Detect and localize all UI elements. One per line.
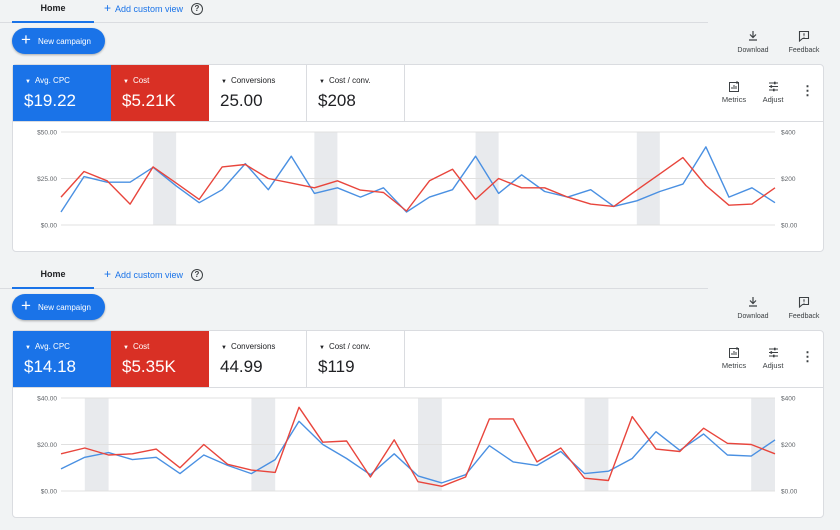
metric-value: 44.99 [220, 357, 263, 376]
metrics-button[interactable]: Metrics [718, 81, 750, 104]
metric-value: $14.18 [24, 357, 76, 376]
metric-tile-conversions[interactable]: ▼ Conversions 25.00 [209, 65, 307, 121]
plus-icon: + [104, 267, 112, 281]
metric-name: Avg. CPC [34, 342, 70, 351]
add-chart-icon [718, 81, 750, 93]
metric-tile-cost-per-conv[interactable]: ▼ Cost / conv. $208 [307, 65, 405, 121]
metric-value: $119 [318, 357, 355, 376]
caret-down-icon: ▼ [319, 79, 325, 85]
feedback-label: Feedback [788, 47, 820, 54]
left-axis-tick-label: $20.00 [37, 442, 57, 449]
download-icon [733, 296, 773, 310]
chart-svg: $0.00 $25.00 $50.00 $0.00 $200 $400 [37, 130, 798, 230]
caret-down-icon: ▼ [221, 345, 227, 351]
metric-name: Cost [132, 76, 150, 85]
feedback-icon [784, 30, 824, 44]
caret-down-icon: ▼ [123, 79, 129, 85]
caret-down-icon: ▼ [25, 79, 31, 85]
metric-tile-cost-per-conv[interactable]: ▼ Cost / conv. $119 [307, 331, 405, 387]
performance-card: ▼ Avg. CPC $14.18 ▼ Cost $5.35K ▼ Conversio… [12, 330, 824, 518]
metrics-label: Metrics [721, 361, 747, 370]
view-tabs: Home + Add custom view ? [0, 266, 708, 289]
add-custom-view-label: Add custom view [115, 270, 184, 280]
metric-value: $208 [318, 91, 356, 110]
download-button[interactable]: Download [733, 30, 773, 54]
metric-value: $5.21K [122, 91, 176, 110]
performance-chart: $0.00 $20.00 $40.00 $0.00 $200 $400 [13, 387, 823, 518]
right-axis-tick-label: $200 [781, 442, 796, 449]
metric-value: $19.22 [24, 91, 76, 110]
right-axis-tick-label: $400 [781, 130, 796, 137]
add-custom-view-link[interactable]: + Add custom view [104, 266, 183, 284]
metric-value: $5.35K [122, 357, 176, 376]
new-campaign-button[interactable]: + New campaign [12, 28, 105, 54]
tune-icon [757, 81, 789, 93]
caret-down-icon: ▼ [221, 79, 227, 85]
adjust-label: Adjust [762, 361, 784, 370]
metric-name: Avg. CPC [34, 76, 70, 85]
download-label: Download [737, 313, 769, 320]
metric-tile-cost[interactable]: ▼ Cost $5.35K [111, 331, 209, 387]
adjust-button[interactable]: Adjust [757, 347, 789, 370]
right-axis-tick-label: $0.00 [781, 489, 798, 496]
feedback-label: Feedback [788, 313, 820, 320]
tune-icon [757, 347, 789, 359]
left-axis-tick-label: $25.00 [37, 176, 57, 183]
metric-name: Cost / conv. [328, 76, 371, 85]
metrics-button[interactable]: Metrics [718, 347, 750, 370]
right-axis-tick-label: $0.00 [781, 223, 798, 230]
feedback-icon [784, 296, 824, 310]
add-chart-icon [718, 347, 750, 359]
left-axis-tick-label: $50.00 [37, 130, 57, 137]
left-axis-tick-label: $40.00 [37, 396, 57, 403]
tab-home[interactable]: Home [12, 0, 94, 23]
metric-value: 25.00 [220, 91, 263, 110]
metric-tile-avg-cpc[interactable]: ▼ Avg. CPC $19.22 [13, 65, 111, 121]
metric-tile-conversions[interactable]: ▼ Conversions 44.99 [209, 331, 307, 387]
feedback-button[interactable]: Feedback [784, 30, 824, 54]
left-axis-tick-label: $0.00 [41, 223, 58, 230]
plus-icon: + [104, 1, 112, 15]
help-icon[interactable]: ? [191, 269, 203, 281]
download-button[interactable]: Download [733, 296, 773, 320]
plus-icon: + [21, 296, 31, 315]
right-axis-tick-label: $200 [781, 176, 796, 183]
add-custom-view-label: Add custom view [115, 4, 184, 14]
metric-tile-avg-cpc[interactable]: ▼ Avg. CPC $14.18 [13, 331, 111, 387]
download-label: Download [737, 47, 769, 54]
metric-name: Cost / conv. [328, 342, 371, 351]
adjust-label: Adjust [762, 95, 784, 104]
metric-name: Cost [132, 342, 150, 351]
performance-chart: $0.00 $25.00 $50.00 $0.00 $200 $400 [13, 121, 823, 252]
chart-svg: $0.00 $20.00 $40.00 $0.00 $200 $400 [37, 396, 798, 496]
add-custom-view-link[interactable]: + Add custom view [104, 0, 183, 18]
view-tabs: Home + Add custom view ? [0, 0, 708, 23]
caret-down-icon: ▼ [25, 345, 31, 351]
download-icon [733, 30, 773, 44]
help-icon[interactable]: ? [191, 3, 203, 15]
metrics-label: Metrics [721, 95, 747, 104]
overview-panel-2: Home + Add custom view ? + New campaign D… [0, 266, 840, 530]
plus-icon: + [21, 30, 31, 49]
more-vert-icon[interactable]: ⋮ [801, 84, 814, 97]
tab-home[interactable]: Home [12, 266, 94, 289]
new-campaign-label: New campaign [38, 37, 91, 46]
left-axis-tick-label: $0.00 [41, 489, 58, 496]
performance-card: ▼ Avg. CPC $19.22 ▼ Cost $5.21K ▼ Conversio… [12, 64, 824, 252]
adjust-button[interactable]: Adjust [757, 81, 789, 104]
overview-panel-1: Home + Add custom view ? + New campaign D… [0, 0, 840, 258]
caret-down-icon: ▼ [123, 345, 129, 351]
metric-tile-cost[interactable]: ▼ Cost $5.21K [111, 65, 209, 121]
new-campaign-label: New campaign [38, 303, 91, 312]
more-vert-icon[interactable]: ⋮ [801, 350, 814, 363]
new-campaign-button[interactable]: + New campaign [12, 294, 105, 320]
feedback-button[interactable]: Feedback [784, 296, 824, 320]
right-axis-tick-label: $400 [781, 396, 796, 403]
metric-name: Conversions [230, 76, 276, 85]
caret-down-icon: ▼ [319, 345, 325, 351]
metric-name: Conversions [230, 342, 276, 351]
